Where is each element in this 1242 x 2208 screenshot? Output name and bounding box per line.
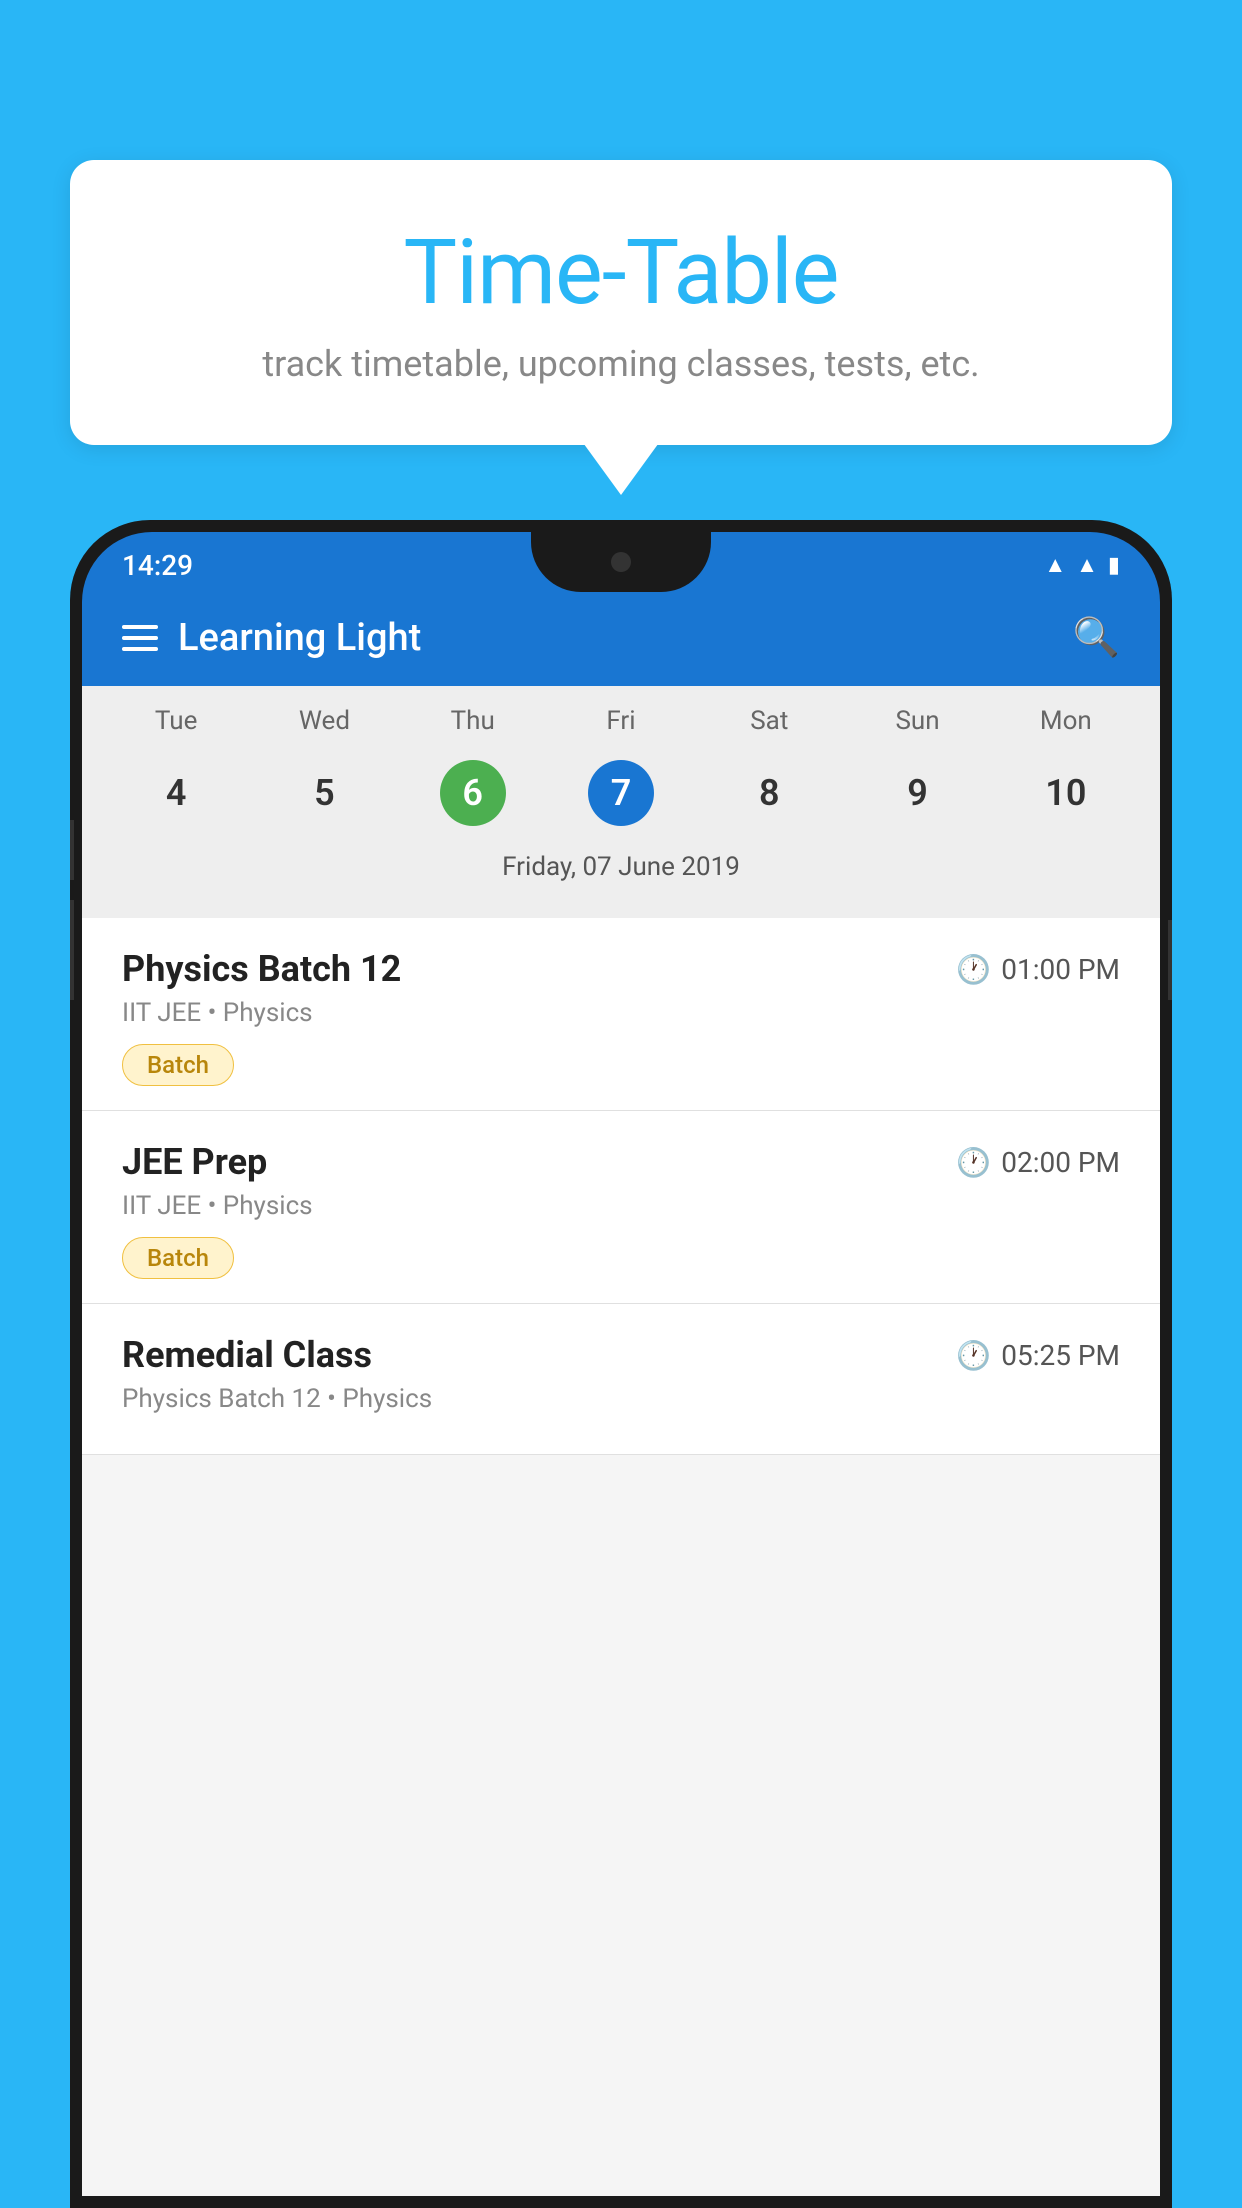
day-name-2: Thu: [399, 706, 547, 736]
schedule-item-0-time-label: 01:00 PM: [1001, 953, 1120, 986]
schedule-item-0-badge: Batch: [122, 1044, 234, 1086]
schedule-item-1[interactable]: JEE Prep 🕐 02:00 PM IIT JEE • Physics Ba…: [82, 1111, 1160, 1304]
day-name-0: Tue: [102, 706, 250, 736]
schedule-item-0-header: Physics Batch 12 🕐 01:00 PM: [122, 948, 1120, 990]
app-title: Learning Light: [178, 616, 421, 660]
screen-content: Tue Wed Thu Fri Sat Sun Mon 4 5 6 7 8 9 …: [82, 686, 1160, 2196]
clock-icon-2: 🕐: [956, 1339, 991, 1372]
app-bar-left: Learning Light: [122, 616, 421, 660]
app-bar: Learning Light 🔍: [82, 590, 1160, 686]
schedule-item-1-time: 🕐 02:00 PM: [956, 1146, 1120, 1179]
schedule-item-2-subtitle: Physics Batch 12 • Physics: [122, 1384, 1120, 1414]
day-name-5: Sun: [843, 706, 991, 736]
schedule-list: Physics Batch 12 🕐 01:00 PM IIT JEE • Ph…: [82, 918, 1160, 1455]
day-7-selected[interactable]: 7: [547, 746, 695, 840]
day-6-today[interactable]: 6: [399, 746, 547, 840]
selected-date-label: Friday, 07 June 2019: [82, 840, 1160, 898]
schedule-item-1-title: JEE Prep: [122, 1141, 267, 1183]
front-camera: [611, 552, 631, 572]
day-4[interactable]: 4: [102, 746, 250, 840]
search-button[interactable]: 🔍: [1073, 616, 1120, 660]
day-names-row: Tue Wed Thu Fri Sat Sun Mon: [82, 706, 1160, 736]
schedule-item-0-subtitle: IIT JEE • Physics: [122, 998, 1120, 1028]
wifi-icon: ▲: [1044, 552, 1066, 578]
clock-icon-1: 🕐: [956, 1146, 991, 1179]
schedule-item-2-header: Remedial Class 🕐 05:25 PM: [122, 1334, 1120, 1376]
bubble-title: Time-Table: [150, 220, 1092, 325]
day-8[interactable]: 8: [695, 746, 843, 840]
schedule-item-2-title: Remedial Class: [122, 1334, 372, 1376]
schedule-item-2[interactable]: Remedial Class 🕐 05:25 PM Physics Batch …: [82, 1304, 1160, 1455]
day-9[interactable]: 9: [843, 746, 991, 840]
phone-frame: 14:29 ▲ ▲ ▮ Learning Light 🔍: [70, 520, 1172, 2208]
hamburger-menu-button[interactable]: [122, 625, 158, 651]
schedule-item-1-time-label: 02:00 PM: [1001, 1146, 1120, 1179]
day-name-6: Mon: [992, 706, 1140, 736]
schedule-item-1-header: JEE Prep 🕐 02:00 PM: [122, 1141, 1120, 1183]
volume-up-button: [70, 820, 74, 880]
battery-icon: ▮: [1108, 553, 1120, 578]
schedule-item-2-time-label: 05:25 PM: [1001, 1339, 1120, 1372]
status-time: 14:29: [122, 549, 193, 582]
power-button: [1168, 920, 1172, 1000]
schedule-item-2-time: 🕐 05:25 PM: [956, 1339, 1120, 1372]
phone-notch: [531, 532, 711, 592]
day-numbers-row: 4 5 6 7 8 9 10: [82, 746, 1160, 840]
schedule-item-1-badge: Batch: [122, 1237, 234, 1279]
day-name-1: Wed: [250, 706, 398, 736]
schedule-item-0[interactable]: Physics Batch 12 🕐 01:00 PM IIT JEE • Ph…: [82, 918, 1160, 1111]
speech-bubble: Time-Table track timetable, upcoming cla…: [70, 160, 1172, 445]
phone-screen: 14:29 ▲ ▲ ▮ Learning Light 🔍: [82, 532, 1160, 2196]
schedule-item-1-subtitle: IIT JEE • Physics: [122, 1191, 1120, 1221]
clock-icon-0: 🕐: [956, 953, 991, 986]
day-name-3: Fri: [547, 706, 695, 736]
day-5[interactable]: 5: [250, 746, 398, 840]
day-10[interactable]: 10: [992, 746, 1140, 840]
signal-icon: ▲: [1076, 552, 1098, 578]
volume-down-button: [70, 900, 74, 1000]
status-icons: ▲ ▲ ▮: [1044, 552, 1120, 578]
calendar-strip: Tue Wed Thu Fri Sat Sun Mon 4 5 6 7 8 9 …: [82, 686, 1160, 918]
speech-bubble-container: Time-Table track timetable, upcoming cla…: [70, 160, 1172, 445]
schedule-item-0-title: Physics Batch 12: [122, 948, 401, 990]
schedule-item-0-time: 🕐 01:00 PM: [956, 953, 1120, 986]
day-name-4: Sat: [695, 706, 843, 736]
bubble-subtitle: track timetable, upcoming classes, tests…: [150, 343, 1092, 385]
